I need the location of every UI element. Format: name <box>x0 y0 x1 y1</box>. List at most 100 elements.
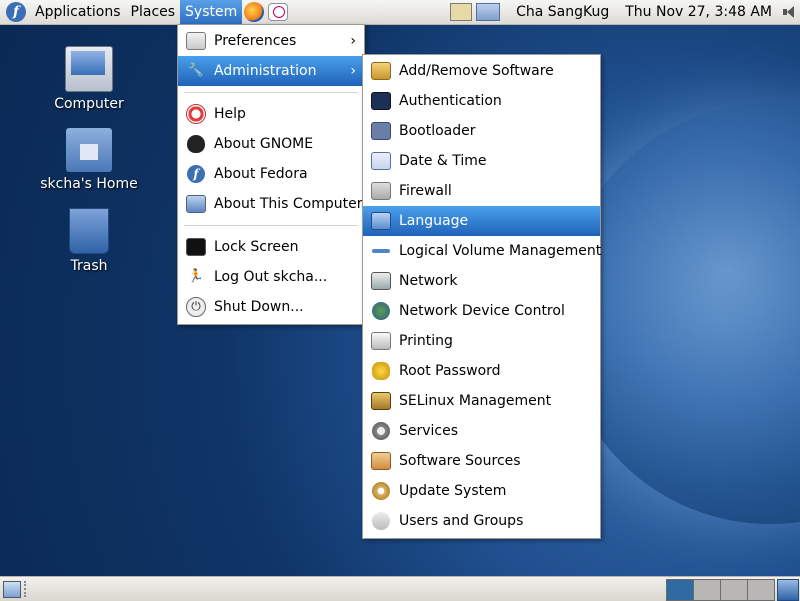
menu-item-shut-down[interactable]: ⏻ Shut Down... <box>178 292 364 322</box>
user-name[interactable]: Cha SangKug <box>516 4 609 20</box>
desktop-icon-home[interactable]: skcha's Home <box>34 128 144 192</box>
network-icon <box>371 272 391 290</box>
desktop-icon-label: skcha's Home <box>40 176 138 192</box>
menu-item-language[interactable]: Language <box>363 206 600 236</box>
top-panel: f Applications Places System Cha SangKug… <box>0 0 800 25</box>
menu-item-firewall[interactable]: Firewall <box>363 176 600 206</box>
menu-item-label: Date & Time <box>399 153 487 169</box>
menu-item-lvm[interactable]: Logical Volume Management <box>363 236 602 266</box>
evolution-launcher-icon[interactable] <box>268 3 289 21</box>
menu-item-lock-screen[interactable]: Lock Screen <box>178 232 364 262</box>
menu-item-label: Root Password <box>399 363 501 379</box>
calendar-clock-icon <box>371 152 391 170</box>
selinux-icon <box>371 392 391 410</box>
menu-item-network-device-control[interactable]: Network Device Control <box>363 296 600 326</box>
home-folder-icon <box>66 128 112 172</box>
workspace-2[interactable] <box>693 579 721 601</box>
desktop-icon-label: Computer <box>54 96 124 112</box>
users-icon <box>371 512 391 530</box>
menu-item-label: Printing <box>399 333 453 349</box>
badge-icon <box>371 362 391 380</box>
menu-item-label: Help <box>214 106 246 122</box>
workspace-4[interactable] <box>747 579 775 601</box>
authentication-icon <box>371 92 391 110</box>
menu-separator <box>184 92 358 93</box>
logout-icon: 🏃 <box>187 269 205 284</box>
language-flag-icon <box>371 212 391 230</box>
menu-item-authentication[interactable]: Authentication <box>363 86 600 116</box>
menu-item-log-out[interactable]: 🏃 Log Out skcha... <box>178 262 364 292</box>
menu-item-root-password[interactable]: Root Password <box>363 356 600 386</box>
menu-item-label: Update System <box>399 483 507 499</box>
globe-icon <box>371 302 391 320</box>
update-notifier-icon[interactable] <box>450 3 473 21</box>
menu-item-label: SELinux Management <box>399 393 552 409</box>
notification-area: Cha SangKug Thu Nov 27, 3:48 AM <box>448 0 800 24</box>
show-desktop-icon[interactable] <box>3 581 21 598</box>
places-menu[interactable]: Places <box>126 0 181 24</box>
firewall-icon <box>371 182 391 200</box>
bottom-panel <box>0 576 800 601</box>
menu-item-date-time[interactable]: Date & Time <box>363 146 600 176</box>
menu-item-administration[interactable]: 🔧 Administration › <box>178 56 364 86</box>
lvm-icon <box>371 242 391 260</box>
computer-icon <box>65 46 113 92</box>
menu-item-about-computer[interactable]: About This Computer <box>178 189 364 219</box>
bootloader-icon <box>371 122 391 140</box>
workspace-1[interactable] <box>666 579 694 601</box>
update-icon <box>371 482 391 500</box>
menu-item-label: Lock Screen <box>214 239 299 255</box>
volume-icon[interactable] <box>782 4 796 20</box>
menu-item-label: Network Device Control <box>399 303 565 319</box>
menu-item-users-groups[interactable]: Users and Groups <box>363 506 600 536</box>
menu-item-update-system[interactable]: Update System <box>363 476 600 506</box>
fedora-icon: f <box>186 165 206 183</box>
applications-menu[interactable]: Applications <box>30 0 126 24</box>
menu-item-label: Administration <box>214 63 317 79</box>
shutdown-icon: ⏻ <box>186 297 206 317</box>
chevron-right-icon: › <box>350 33 356 49</box>
gnome-icon <box>186 135 206 153</box>
fedora-logo-icon[interactable]: f <box>6 2 26 22</box>
menu-item-help[interactable]: Help <box>178 99 364 129</box>
menu-item-bootloader[interactable]: Bootloader <box>363 116 600 146</box>
desktop-icon-trash[interactable]: Trash <box>34 208 144 274</box>
menu-item-label: About Fedora <box>214 166 308 182</box>
menu-item-about-gnome[interactable]: About GNOME <box>178 129 364 159</box>
software-sources-icon <box>371 452 391 470</box>
menu-item-selinux[interactable]: SELinux Management <box>363 386 600 416</box>
menu-separator <box>184 225 358 226</box>
menu-item-services[interactable]: Services <box>363 416 600 446</box>
system-menu-dropdown: Preferences › 🔧 Administration › Help Ab… <box>177 24 365 325</box>
preferences-icon <box>186 32 206 50</box>
network-status-icon[interactable] <box>476 3 501 21</box>
desktop-icon-computer[interactable]: Computer <box>34 46 144 112</box>
menu-item-about-fedora[interactable]: f About Fedora <box>178 159 364 189</box>
printer-icon <box>371 332 391 350</box>
computer-icon <box>186 195 206 213</box>
menu-item-network[interactable]: Network <box>363 266 600 296</box>
workspace-3[interactable] <box>720 579 748 601</box>
clock[interactable]: Thu Nov 27, 3:48 AM <box>625 4 772 20</box>
gear-icon <box>371 422 391 440</box>
menu-item-label: Users and Groups <box>399 513 524 529</box>
menu-item-software-sources[interactable]: Software Sources <box>363 446 600 476</box>
firefox-launcher-icon[interactable] <box>244 2 265 22</box>
menu-item-label: Authentication <box>399 93 502 109</box>
package-icon <box>371 62 391 80</box>
menu-item-label: Log Out skcha... <box>214 269 328 285</box>
panel-handle[interactable] <box>24 581 30 597</box>
menu-item-add-remove-software[interactable]: Add/Remove Software <box>363 56 600 86</box>
help-icon <box>186 104 206 124</box>
menu-item-preferences[interactable]: Preferences › <box>178 26 364 56</box>
menu-item-label: Preferences <box>214 33 297 49</box>
trash-icon <box>69 208 109 254</box>
desktop-icon-label: Trash <box>70 258 108 274</box>
system-menu[interactable]: System <box>180 0 243 24</box>
menu-item-label: Logical Volume Management <box>399 243 602 259</box>
chevron-right-icon: › <box>350 63 356 79</box>
trash-applet-icon[interactable] <box>777 579 799 601</box>
menu-item-printing[interactable]: Printing <box>363 326 600 356</box>
lock-icon <box>186 238 206 256</box>
menu-item-label: Firewall <box>399 183 452 199</box>
